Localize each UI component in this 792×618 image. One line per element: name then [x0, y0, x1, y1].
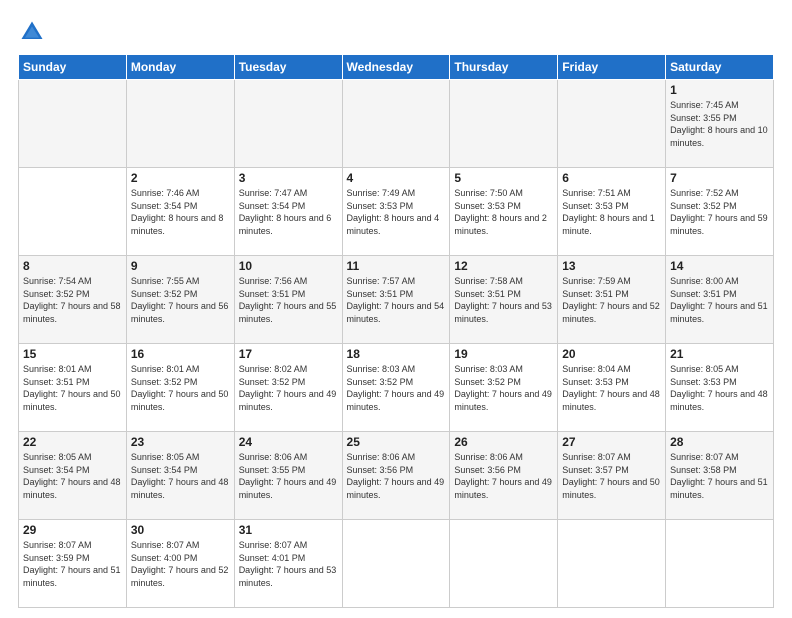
empty-cell	[450, 80, 558, 168]
calendar-cell	[450, 520, 558, 608]
header-monday: Monday	[126, 55, 234, 80]
calendar-cell: 18Sunrise: 8:03 AM Sunset: 3:52 PM Dayli…	[342, 344, 450, 432]
calendar-cell: 9Sunrise: 7:55 AM Sunset: 3:52 PM Daylig…	[126, 256, 234, 344]
calendar-row: 1Sunrise: 7:45 AM Sunset: 3:55 PM Daylig…	[19, 80, 774, 168]
calendar-cell: 13Sunrise: 7:59 AM Sunset: 3:51 PM Dayli…	[558, 256, 666, 344]
calendar-cell: 25Sunrise: 8:06 AM Sunset: 3:56 PM Dayli…	[342, 432, 450, 520]
header-thursday: Thursday	[450, 55, 558, 80]
header-tuesday: Tuesday	[234, 55, 342, 80]
calendar-cell: 3Sunrise: 7:47 AM Sunset: 3:54 PM Daylig…	[234, 168, 342, 256]
calendar-cell: 15Sunrise: 8:01 AM Sunset: 3:51 PM Dayli…	[19, 344, 127, 432]
empty-cell	[19, 80, 127, 168]
empty-cell	[234, 80, 342, 168]
calendar-cell: 2Sunrise: 7:46 AM Sunset: 3:54 PM Daylig…	[126, 168, 234, 256]
empty-cell	[558, 80, 666, 168]
calendar-table: SundayMondayTuesdayWednesdayThursdayFrid…	[18, 54, 774, 608]
calendar-cell: 30Sunrise: 8:07 AM Sunset: 4:00 PM Dayli…	[126, 520, 234, 608]
empty-cell	[342, 80, 450, 168]
calendar-cell: 24Sunrise: 8:06 AM Sunset: 3:55 PM Dayli…	[234, 432, 342, 520]
logo	[18, 18, 50, 46]
calendar-cell: 28Sunrise: 8:07 AM Sunset: 3:58 PM Dayli…	[666, 432, 774, 520]
empty-cell	[126, 80, 234, 168]
calendar-cell	[19, 168, 127, 256]
calendar-cell: 27Sunrise: 8:07 AM Sunset: 3:57 PM Dayli…	[558, 432, 666, 520]
header-row: SundayMondayTuesdayWednesdayThursdayFrid…	[19, 55, 774, 80]
header-friday: Friday	[558, 55, 666, 80]
calendar-cell: 17Sunrise: 8:02 AM Sunset: 3:52 PM Dayli…	[234, 344, 342, 432]
calendar-row: 29Sunrise: 8:07 AM Sunset: 3:59 PM Dayli…	[19, 520, 774, 608]
calendar-cell: 14Sunrise: 8:00 AM Sunset: 3:51 PM Dayli…	[666, 256, 774, 344]
calendar-cell: 20Sunrise: 8:04 AM Sunset: 3:53 PM Dayli…	[558, 344, 666, 432]
logo-icon	[18, 18, 46, 46]
calendar-cell: 29Sunrise: 8:07 AM Sunset: 3:59 PM Dayli…	[19, 520, 127, 608]
calendar-cell: 19Sunrise: 8:03 AM Sunset: 3:52 PM Dayli…	[450, 344, 558, 432]
calendar-cell	[666, 520, 774, 608]
calendar-cell: 12Sunrise: 7:58 AM Sunset: 3:51 PM Dayli…	[450, 256, 558, 344]
calendar-cell: 22Sunrise: 8:05 AM Sunset: 3:54 PM Dayli…	[19, 432, 127, 520]
calendar-cell	[558, 520, 666, 608]
calendar-cell: 6Sunrise: 7:51 AM Sunset: 3:53 PM Daylig…	[558, 168, 666, 256]
calendar-cell: 11Sunrise: 7:57 AM Sunset: 3:51 PM Dayli…	[342, 256, 450, 344]
calendar-cell: 4Sunrise: 7:49 AM Sunset: 3:53 PM Daylig…	[342, 168, 450, 256]
calendar-cell: 10Sunrise: 7:56 AM Sunset: 3:51 PM Dayli…	[234, 256, 342, 344]
calendar-cell: 5Sunrise: 7:50 AM Sunset: 3:53 PM Daylig…	[450, 168, 558, 256]
calendar-cell: 26Sunrise: 8:06 AM Sunset: 3:56 PM Dayli…	[450, 432, 558, 520]
header-saturday: Saturday	[666, 55, 774, 80]
calendar-row: 15Sunrise: 8:01 AM Sunset: 3:51 PM Dayli…	[19, 344, 774, 432]
calendar-cell: 21Sunrise: 8:05 AM Sunset: 3:53 PM Dayli…	[666, 344, 774, 432]
header-sunday: Sunday	[19, 55, 127, 80]
calendar-cell: 16Sunrise: 8:01 AM Sunset: 3:52 PM Dayli…	[126, 344, 234, 432]
calendar-cell: 31Sunrise: 8:07 AM Sunset: 4:01 PM Dayli…	[234, 520, 342, 608]
header	[18, 18, 774, 46]
header-wednesday: Wednesday	[342, 55, 450, 80]
calendar-row: 8Sunrise: 7:54 AM Sunset: 3:52 PM Daylig…	[19, 256, 774, 344]
calendar-row: 22Sunrise: 8:05 AM Sunset: 3:54 PM Dayli…	[19, 432, 774, 520]
calendar-cell: 8Sunrise: 7:54 AM Sunset: 3:52 PM Daylig…	[19, 256, 127, 344]
calendar-cell: 1Sunrise: 7:45 AM Sunset: 3:55 PM Daylig…	[666, 80, 774, 168]
calendar-cell	[342, 520, 450, 608]
main-container: SundayMondayTuesdayWednesdayThursdayFrid…	[0, 0, 792, 618]
calendar-cell: 23Sunrise: 8:05 AM Sunset: 3:54 PM Dayli…	[126, 432, 234, 520]
calendar-row: 2Sunrise: 7:46 AM Sunset: 3:54 PM Daylig…	[19, 168, 774, 256]
calendar-cell: 7Sunrise: 7:52 AM Sunset: 3:52 PM Daylig…	[666, 168, 774, 256]
